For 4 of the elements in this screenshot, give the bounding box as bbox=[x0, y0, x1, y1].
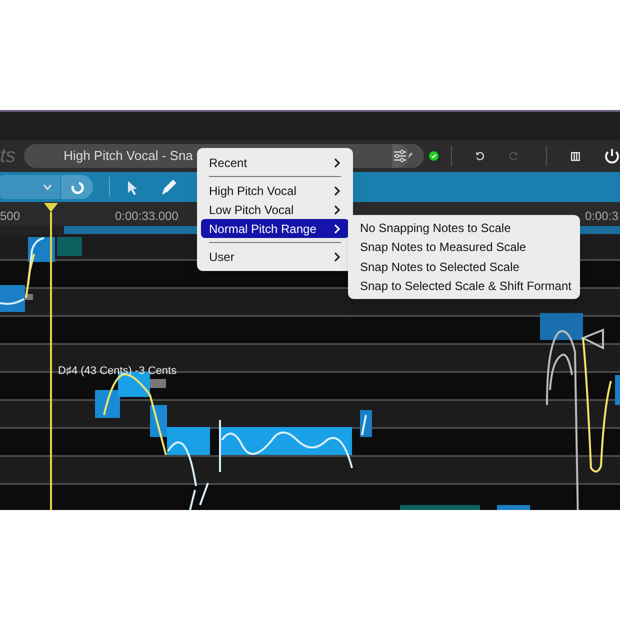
time-label: 0:00:3 bbox=[585, 208, 618, 225]
time-label: 0:00:33.000 bbox=[115, 208, 178, 225]
title-fragment: ts bbox=[0, 144, 16, 169]
time-label: 500 bbox=[0, 208, 20, 225]
